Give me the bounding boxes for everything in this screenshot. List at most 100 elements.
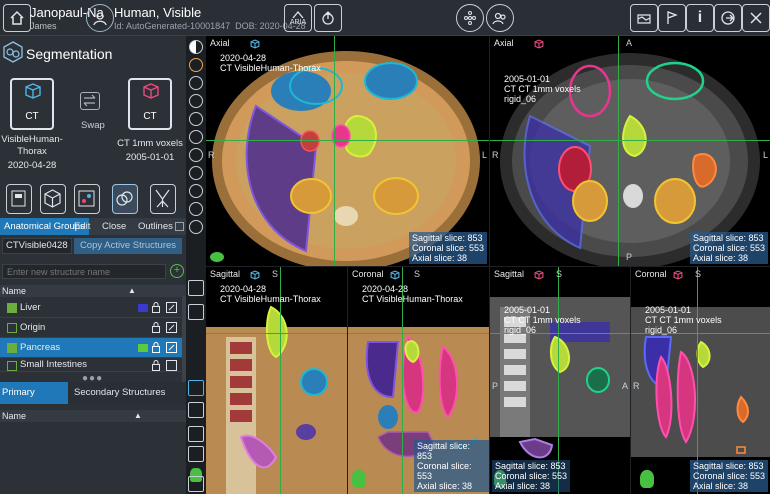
home-icon[interactable] — [3, 4, 31, 32]
viewport-view-label: Axial — [210, 38, 230, 48]
orientation-figure-icon — [352, 470, 366, 488]
aria-button[interactable]: ARIA — [284, 4, 312, 32]
edit-pencil-icon[interactable] — [166, 302, 177, 313]
lock-icon[interactable] — [152, 342, 160, 353]
measure-icon[interactable] — [189, 130, 203, 144]
structure-visibility-checkbox[interactable] — [7, 343, 17, 353]
logout-icon[interactable] — [714, 4, 742, 32]
study-name: Human, Visible — [114, 5, 202, 20]
cube-icon — [673, 270, 683, 280]
edit-pencil-icon[interactable] — [166, 342, 177, 353]
tab-close[interactable]: Close — [98, 218, 130, 235]
grid-dots-icon[interactable] — [456, 4, 484, 32]
structure-row-origin[interactable]: Origin — [0, 318, 182, 338]
secondary-cube-icon — [143, 83, 159, 99]
probe-icon[interactable] — [189, 166, 203, 180]
series-name: CT CT 1mm voxels — [504, 84, 581, 94]
viewport-coronal-primary[interactable]: Coronal S 2020-04-28 CT VisibleHuman-Tho… — [348, 267, 489, 494]
structure-visibility-checkbox[interactable] — [7, 323, 17, 333]
crosshair-icon[interactable] — [189, 58, 203, 72]
camera-icon[interactable] — [188, 304, 204, 320]
brush-icon[interactable] — [188, 380, 204, 396]
structure-row-pancreas[interactable]: Pancreas — [0, 338, 182, 358]
reset-icon[interactable] — [189, 202, 203, 216]
info-icon[interactable]: i — [686, 4, 714, 32]
secondary-modality: CT — [143, 111, 157, 122]
sort-up-icon[interactable]: ▲ — [128, 285, 136, 297]
structure-color-swatch[interactable] — [138, 304, 148, 312]
crosshair-vertical[interactable] — [618, 36, 619, 266]
new-structure-name-input[interactable] — [2, 264, 166, 279]
structure-row-small-intestines[interactable]: Small Intestines — [0, 358, 182, 372]
flag-icon[interactable] — [658, 4, 686, 32]
zoom-icon[interactable] — [189, 94, 203, 108]
crosshair-horizontal[interactable] — [206, 140, 489, 141]
outlines-checkbox[interactable] — [175, 222, 184, 231]
add-structure-icon[interactable]: + — [170, 264, 184, 278]
series-date: 2020-04-28 — [362, 284, 409, 294]
registration-name: rigid_06 — [645, 325, 678, 335]
tab-secondary-structures[interactable]: Secondary Structures — [72, 382, 167, 404]
rotate-icon[interactable] — [189, 112, 203, 126]
table-icon[interactable] — [188, 446, 204, 462]
viewport-sagittal-secondary[interactable]: Sagittal S 2005-01-01 CT CT 1mm voxels r… — [490, 267, 630, 494]
viewport-view-label: Sagittal — [494, 269, 525, 279]
close-icon[interactable] — [742, 4, 770, 32]
series-date: 2005-01-01 — [504, 305, 551, 315]
structure-visibility-checkbox[interactable] — [7, 361, 17, 371]
structure-visibility-checkbox[interactable] — [7, 303, 17, 313]
slice-readout: Sagittal slice: 853 Coronal slice: 553 A… — [689, 460, 768, 492]
structure-name: Pancreas — [20, 342, 61, 353]
histogram-icon[interactable] — [188, 426, 204, 442]
viewport-axial-primary[interactable]: Axial 2020-04-28 CT VisibleHuman-Thorax … — [206, 36, 489, 266]
pan-icon[interactable] — [189, 76, 203, 90]
annotate-icon[interactable] — [189, 220, 203, 234]
axial-slice: Axial slice: 38 — [417, 481, 473, 491]
lock-icon[interactable] — [152, 302, 160, 313]
lock-icon[interactable] — [152, 360, 160, 371]
structure-color-swatch[interactable] — [138, 344, 148, 352]
3d-cube-icon[interactable] — [188, 476, 204, 492]
axial-slice: Axial slice: 38 — [411, 253, 467, 263]
volume-cube-button[interactable] — [40, 184, 66, 214]
structure-list-header: Name ▲ — [0, 285, 186, 297]
structure-row-liver[interactable]: Liver — [0, 298, 182, 318]
nodes-icon[interactable] — [188, 402, 204, 418]
lock-icon[interactable] — [152, 322, 160, 333]
primary-volume-date: 2020-04-28 — [7, 160, 57, 171]
copy-active-structures-button[interactable]: Copy Active Structures — [74, 238, 182, 254]
viewport-coronal-secondary[interactable]: Coronal S 2005-01-01 CT CT 1mm voxels ri… — [631, 267, 770, 494]
structure-set-name-input[interactable]: CTVisible0428 — [2, 238, 72, 254]
contrast-icon[interactable] — [189, 40, 203, 54]
structure-template-button[interactable] — [6, 184, 32, 214]
contour-dots-button[interactable] — [74, 184, 100, 214]
crosshair-horizontal[interactable] — [490, 140, 770, 141]
series-name: CT CT 1mm voxels — [645, 315, 722, 325]
series-date: 2005-01-01 — [645, 305, 692, 315]
viewport-axial-secondary[interactable]: Axial A 2005-01-01 CT CT 1mm voxels rigi… — [490, 36, 770, 266]
export-icon[interactable] — [314, 4, 342, 32]
angle-icon[interactable] — [189, 148, 203, 162]
sagittal-slice: Sagittal slice: 853 — [495, 461, 566, 471]
sort-up-icon[interactable]: ▲ — [134, 410, 142, 422]
aria-label: ARIA — [289, 18, 307, 26]
worklist-icon[interactable] — [630, 4, 658, 32]
secondary-volume-date: 2005-01-01 — [125, 152, 175, 163]
split-tool-button[interactable] — [150, 184, 176, 214]
structure-name: Liver — [20, 302, 41, 313]
tab-edit[interactable]: Edit — [70, 218, 94, 235]
layout-grid-icon[interactable] — [188, 280, 204, 296]
viewport-sagittal-primary[interactable]: Sagittal S 2020-04-28 CT VisibleHuman-Th… — [206, 267, 347, 494]
users-icon[interactable] — [486, 4, 514, 32]
secondary-list-header: Name ▲ — [0, 410, 186, 422]
edit-pencil-icon[interactable] — [166, 360, 177, 371]
swap-button[interactable] — [80, 92, 100, 110]
crosshair-vertical[interactable] — [334, 36, 335, 266]
overlap-structures-button[interactable] — [112, 184, 138, 214]
edit-pencil-icon[interactable] — [166, 322, 177, 333]
coronal-slice: Coronal slice: 553 — [411, 243, 484, 253]
tab-primary-structures[interactable]: Primary Structures — [0, 382, 68, 420]
crosshair-horizontal[interactable] — [348, 333, 489, 334]
ellipse-icon[interactable] — [189, 184, 203, 198]
crosshair-horizontal[interactable] — [206, 333, 347, 334]
